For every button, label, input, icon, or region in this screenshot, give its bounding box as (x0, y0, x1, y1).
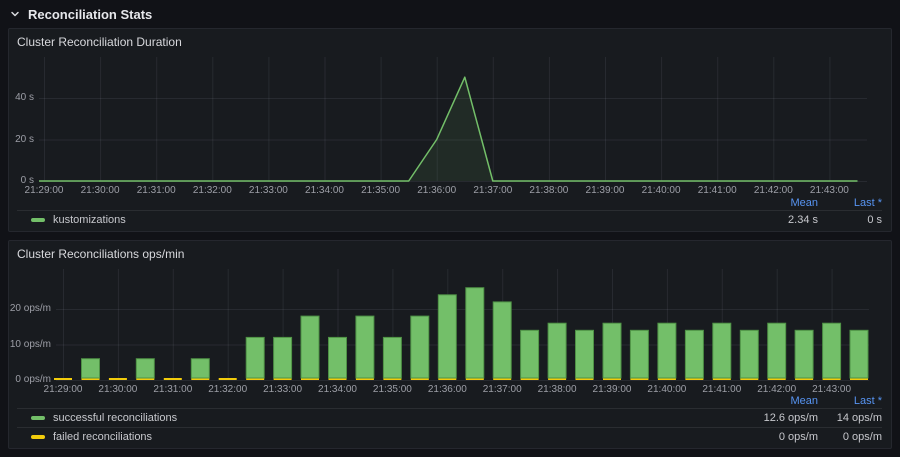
bar-successful (82, 359, 100, 378)
bar-successful (576, 330, 594, 378)
bar-successful (246, 337, 264, 378)
bar-successful (329, 337, 347, 378)
bar-successful (383, 337, 401, 378)
bar-successful (850, 330, 868, 378)
bar-failed (109, 378, 127, 380)
bar-successful (768, 323, 786, 378)
series-toggle-successful[interactable]: successful reconciliations (17, 412, 732, 424)
bar-successful (603, 323, 621, 378)
series-color-swatch[interactable] (31, 416, 45, 420)
legend-sort-mean[interactable]: Mean (732, 395, 818, 407)
series-color-swatch[interactable] (31, 218, 45, 222)
series-area-fill (39, 77, 858, 181)
bar-successful (713, 323, 731, 378)
series-label: failed reconciliations (53, 431, 152, 443)
bar-successful (191, 359, 209, 378)
panel-title[interactable]: Cluster Reconciliation Duration (17, 35, 182, 49)
bar-successful (548, 323, 566, 378)
bar-successful (630, 330, 648, 378)
series-color-swatch[interactable] (31, 435, 45, 439)
section-title: Reconciliation Stats (28, 7, 152, 22)
bar-successful (740, 330, 758, 378)
series-last-value: 0 ops/m (818, 431, 882, 443)
bar-successful (411, 316, 429, 378)
bar-failed (164, 378, 182, 380)
panel-title[interactable]: Cluster Reconciliations ops/min (17, 247, 184, 261)
series-toggle-failed[interactable]: failed reconciliations (17, 431, 732, 443)
legend-sort-mean[interactable]: Mean (732, 197, 818, 209)
section-row-reconciliation-stats[interactable]: Reconciliation Stats (0, 0, 900, 28)
bar-successful (795, 330, 813, 378)
series-last-value: 14 ops/m (818, 412, 882, 424)
bar-failed (54, 378, 72, 380)
series-mean-value: 12.6 ops/m (732, 412, 818, 424)
bar-successful (136, 359, 154, 378)
bar-successful (823, 323, 841, 378)
series-mean-value: 2.34 s (732, 214, 818, 226)
series-mean-value: 0 ops/m (732, 431, 818, 443)
chevron-down-icon (9, 8, 21, 20)
legend-sort-last[interactable]: Last * (818, 197, 882, 209)
panel-cluster-reconciliation-duration: Cluster Reconciliation Duration 21:29:00… (8, 28, 892, 232)
bar-successful (274, 337, 292, 378)
legend-row-successful-reconciliations: successful reconciliations 12.6 ops/m 14… (17, 408, 882, 427)
legend-header: Mean Last * (17, 393, 882, 408)
legend-row-kustomizations: kustomizations 2.34 s 0 s (17, 210, 882, 229)
bar-failed (219, 378, 237, 380)
duration-legend: Mean Last * kustomizations 2.34 s 0 s (17, 195, 882, 229)
bar-successful (658, 323, 676, 378)
bar-successful (685, 330, 703, 378)
series-label: kustomizations (53, 214, 126, 226)
legend-row-failed-reconciliations: failed reconciliations 0 ops/m 0 ops/m (17, 427, 882, 446)
series-last-value: 0 s (818, 214, 882, 226)
legend-header: Mean Last * (17, 195, 882, 210)
bar-successful (301, 316, 319, 378)
ops-legend: Mean Last * successful reconciliations 1… (17, 393, 882, 446)
bar-successful (356, 316, 374, 378)
series-toggle-kustomizations[interactable]: kustomizations (17, 214, 732, 226)
bar-successful (521, 330, 539, 378)
bar-successful (438, 295, 456, 378)
bar-successful (466, 288, 484, 378)
series-label: successful reconciliations (53, 412, 177, 424)
legend-sort-last[interactable]: Last * (818, 395, 882, 407)
bar-successful (493, 302, 511, 378)
panel-cluster-reconciliations-ops-min: Cluster Reconciliations ops/min 21:29:00… (8, 240, 892, 449)
